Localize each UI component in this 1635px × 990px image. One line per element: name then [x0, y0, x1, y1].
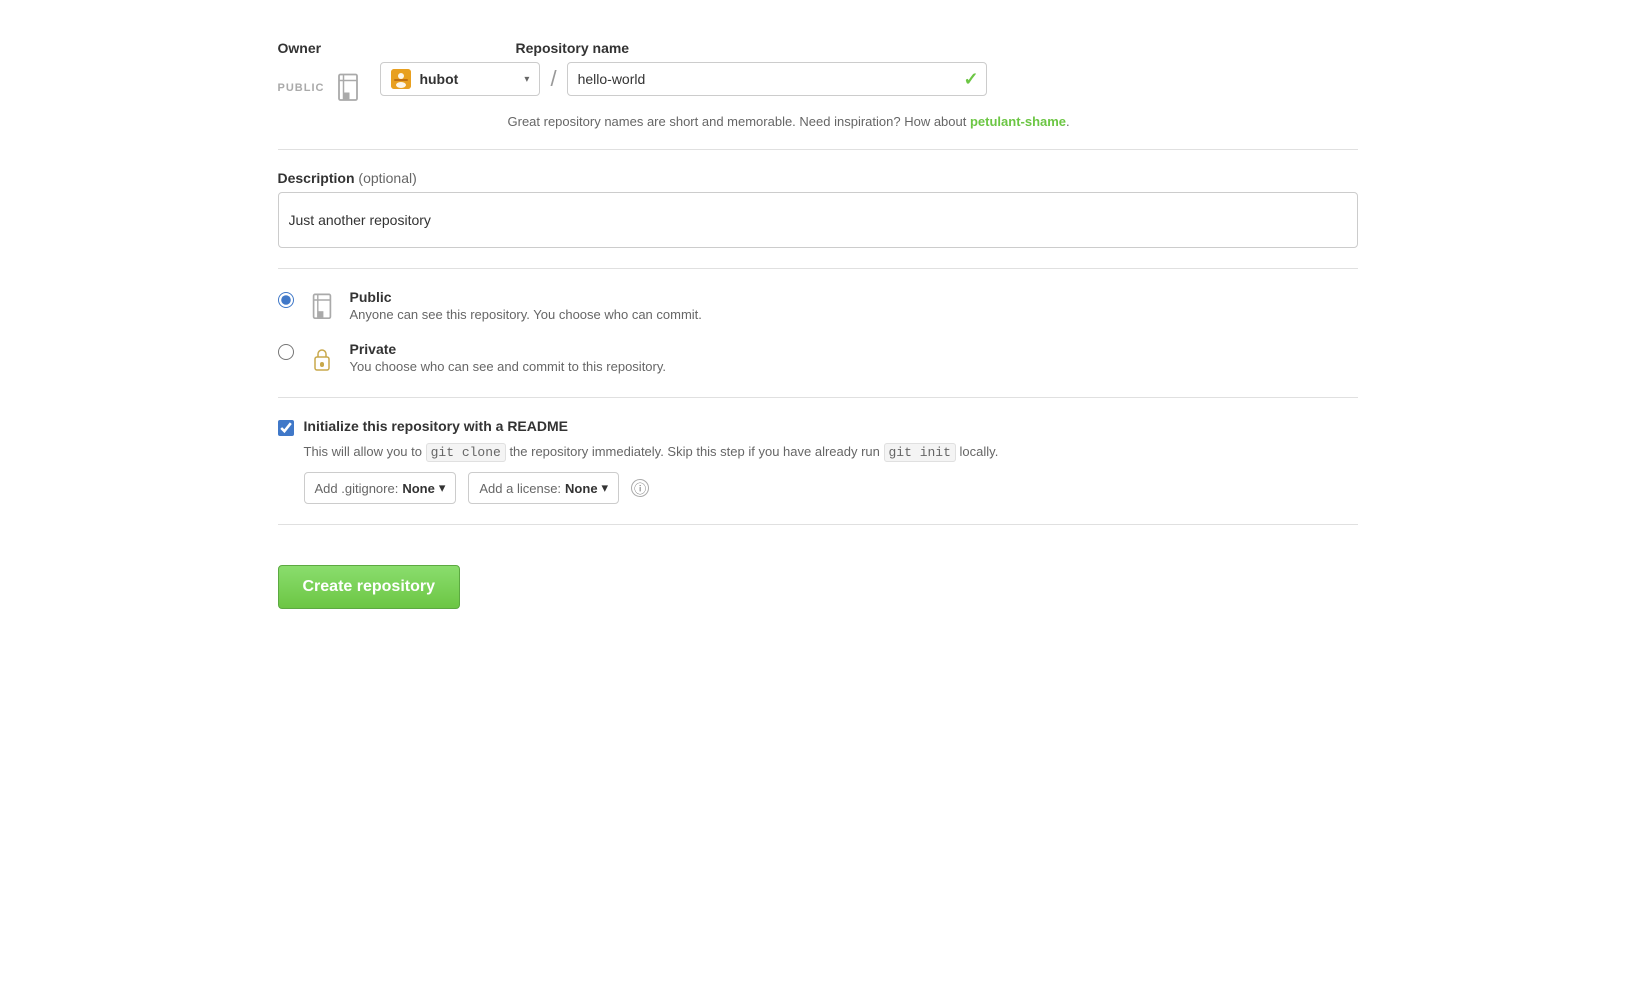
dropdowns-row: Add .gitignore: None ▾ Add a license: No… — [304, 472, 1358, 504]
divider-1 — [278, 149, 1358, 150]
hint-suggestion-link[interactable]: petulant-shame — [970, 114, 1066, 129]
repo-name-input[interactable] — [567, 62, 987, 96]
visibility-section: Public Anyone can see this repository. Y… — [278, 289, 1358, 377]
gitignore-label-prefix: Add .gitignore: — [315, 481, 399, 496]
page-container: Owner Repository name PUBLIC — [218, 0, 1418, 649]
owner-repo-row: PUBLIC hubot ▾ — [278, 62, 1358, 106]
readme-row: Initialize this repository with a README — [278, 418, 1358, 436]
license-value: None — [565, 481, 598, 496]
divider-3 — [278, 397, 1358, 398]
owner-avatar — [391, 69, 411, 89]
slash-divider: / — [540, 62, 566, 96]
owner-label-wrap: Owner — [278, 40, 478, 56]
divider-2 — [278, 268, 1358, 269]
repo-book-icon — [332, 70, 364, 106]
git-init-code: git init — [884, 443, 956, 462]
readme-description: This will allow you to git clone the rep… — [304, 444, 1358, 460]
public-badge-area: PUBLIC — [278, 70, 365, 106]
license-info-icon[interactable]: ⓘ — [631, 479, 649, 497]
public-option-text: Public Anyone can see this repository. Y… — [350, 289, 702, 322]
visibility-option-private: Private You choose who can see and commi… — [278, 341, 1358, 377]
repo-name-label: Repository name — [516, 40, 630, 56]
divider-4 — [278, 524, 1358, 525]
description-input[interactable] — [278, 192, 1358, 248]
repo-name-input-wrap: ✓ — [567, 62, 987, 96]
readme-desc-after: locally. — [956, 444, 998, 459]
public-repo-icon — [306, 289, 338, 325]
readme-desc-before: This will allow you to — [304, 444, 426, 459]
owner-label: Owner — [278, 40, 322, 56]
private-title[interactable]: Private — [350, 341, 667, 357]
readme-section: Initialize this repository with a README… — [278, 418, 1358, 504]
create-repository-button[interactable]: Create repository — [278, 565, 461, 609]
chevron-down-icon: ▾ — [524, 74, 529, 85]
readme-title[interactable]: Initialize this repository with a README — [304, 418, 568, 434]
public-title[interactable]: Public — [350, 289, 702, 305]
git-clone-code: git clone — [426, 443, 506, 462]
owner-dropdown[interactable]: hubot ▾ — [380, 62, 540, 96]
hint-text-before: Great repository names are short and mem… — [508, 114, 970, 129]
field-labels-row: Owner Repository name — [278, 40, 1358, 56]
license-dropdown[interactable]: Add a license: None ▾ — [468, 472, 619, 504]
private-lock-icon — [306, 341, 338, 377]
repo-name-label-wrap: Repository name — [516, 40, 630, 56]
gitignore-chevron-icon: ▾ — [439, 480, 446, 496]
visibility-option-public: Public Anyone can see this repository. Y… — [278, 289, 1358, 325]
private-desc: You choose who can see and commit to thi… — [350, 359, 667, 374]
public-desc: Anyone can see this repository. You choo… — [350, 307, 702, 322]
description-section: Description (optional) — [278, 170, 1358, 248]
gitignore-value: None — [402, 481, 435, 496]
private-option-text: Private You choose who can see and commi… — [350, 341, 667, 374]
hint-text-after: . — [1066, 114, 1070, 129]
radio-public[interactable] — [278, 292, 294, 308]
license-label-prefix: Add a license: — [479, 481, 561, 496]
repo-name-hint: Great repository names are short and mem… — [508, 114, 1358, 129]
valid-checkmark-icon: ✓ — [963, 69, 978, 90]
public-label: PUBLIC — [278, 82, 325, 94]
description-optional-text: (optional) — [358, 170, 416, 186]
owner-name: hubot — [419, 71, 516, 87]
gitignore-dropdown[interactable]: Add .gitignore: None ▾ — [304, 472, 457, 504]
description-label: Description (optional) — [278, 170, 1358, 186]
description-label-text: Description — [278, 170, 355, 186]
readme-checkbox[interactable] — [278, 420, 294, 436]
license-chevron-icon: ▾ — [602, 480, 609, 496]
radio-private[interactable] — [278, 344, 294, 360]
readme-desc-middle: the repository immediately. Skip this st… — [506, 444, 884, 459]
